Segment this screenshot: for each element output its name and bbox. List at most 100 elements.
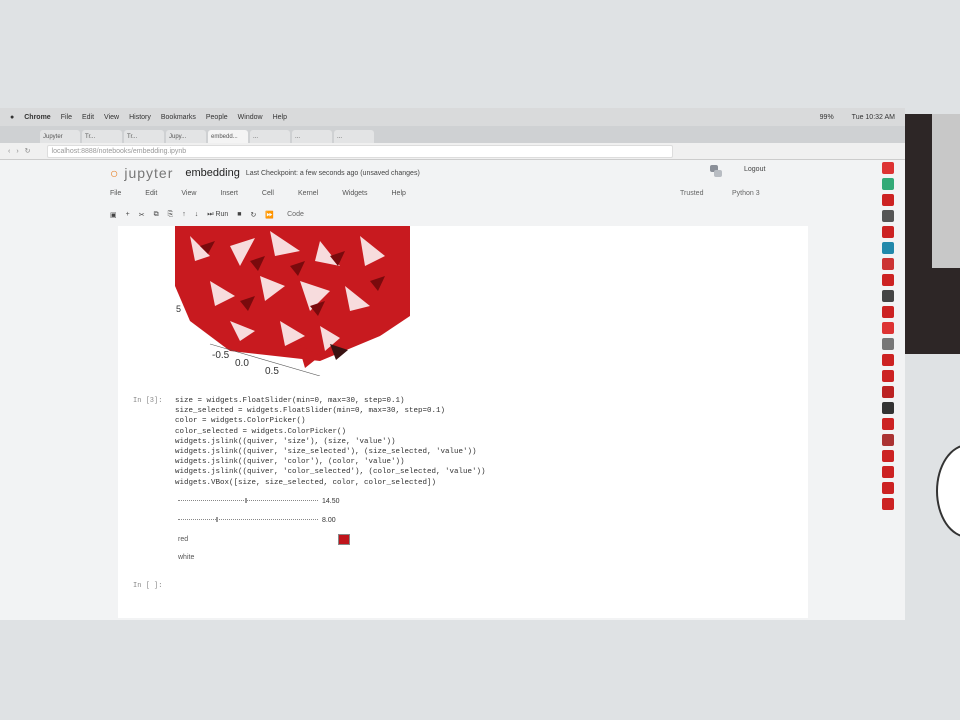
color-selected-picker-row: white — [178, 552, 194, 562]
cell-prompt: In [3]: — [133, 397, 163, 405]
dock-app-icon[interactable] — [882, 178, 894, 190]
color-swatch[interactable] — [338, 534, 350, 545]
quiver-plot[interactable] — [170, 226, 410, 376]
menubar-status: 99% Tue 10:32 AM — [810, 114, 895, 121]
dock-app-icon[interactable] — [882, 466, 894, 478]
menu-widgets[interactable]: Widgets — [342, 190, 367, 202]
cell-type-select[interactable]: Code — [287, 211, 304, 218]
browser-tab[interactable]: Tr... — [82, 130, 122, 143]
code-editor[interactable]: size = widgets.FloatSlider(min=0, max=30… — [175, 396, 486, 488]
dock-app-icon[interactable] — [882, 370, 894, 382]
jupyter-logo[interactable]: ○ jupyter — [110, 165, 173, 181]
notebook-name[interactable]: embedding — [185, 167, 239, 179]
browser-url-bar: ‹›↻ localhost:8888/notebooks/embedding.i… — [0, 143, 905, 160]
trusted-indicator[interactable]: Trusted — [680, 190, 703, 197]
color-selected-picker-text[interactable]: white — [178, 554, 194, 561]
code-line: size = widgets.FloatSlider(min=0, max=30… — [175, 397, 405, 405]
clock[interactable]: Tue 10:32 AM — [852, 114, 895, 121]
menubar-item-file[interactable]: File — [61, 114, 72, 121]
menu-file[interactable]: File — [110, 190, 121, 202]
dock-app-icon[interactable] — [882, 482, 894, 494]
dock-app-icon[interactable] — [882, 450, 894, 462]
tab-label: ... — [295, 133, 301, 140]
address-input[interactable]: localhost:8888/notebooks/embedding.ipynb — [46, 144, 673, 158]
jupyter-logo-text: jupyter — [124, 165, 174, 181]
menu-cell[interactable]: Cell — [262, 190, 274, 202]
dock-app-icon[interactable] — [882, 434, 894, 446]
browser-tab[interactable]: ... — [292, 130, 332, 143]
dock-app-icon[interactable] — [882, 386, 894, 398]
menubar-item-bookmarks[interactable]: Bookmarks — [161, 114, 196, 121]
dock-app-icon[interactable] — [882, 322, 894, 334]
dock-app-icon[interactable] — [882, 306, 894, 318]
empty-cell-prompt[interactable]: In [ ]: — [133, 582, 162, 590]
browser-tab[interactable]: Jupy... — [166, 130, 206, 143]
menubar-item-history[interactable]: History — [129, 114, 151, 121]
stop-icon[interactable]: ■ — [237, 211, 241, 218]
kernel-name: Python 3 — [732, 190, 760, 197]
size-selected-slider-value[interactable]: 8.00 — [322, 517, 336, 524]
paste-icon[interactable]: ⎘ — [168, 211, 174, 219]
add-cell-icon[interactable]: + — [126, 211, 130, 218]
color-picker-row: red — [178, 534, 188, 544]
checkpoint-status: Last Checkpoint: a few seconds ago (unsa… — [245, 169, 420, 177]
logout-button[interactable]: Logout — [744, 166, 765, 173]
dock-app-icon[interactable] — [882, 194, 894, 206]
slider-handle[interactable] — [215, 517, 218, 522]
code-line: color_selected = widgets.ColorPicker() — [175, 427, 347, 436]
size-slider[interactable] — [178, 498, 318, 503]
dock-app-icon[interactable] — [882, 290, 894, 302]
menubar-item-help[interactable]: Help — [273, 114, 287, 121]
menu-edit[interactable]: Edit — [145, 190, 157, 202]
menu-view[interactable]: View — [181, 190, 196, 202]
menu-help[interactable]: Help — [392, 190, 406, 202]
axis-tick-label: 0.0 — [235, 358, 249, 369]
dock-app-icon[interactable] — [882, 354, 894, 366]
dock-app-icon[interactable] — [882, 226, 894, 238]
dock-app-icon[interactable] — [882, 210, 894, 222]
dock-app-icon[interactable] — [882, 418, 894, 430]
size-slider-value[interactable]: 14.50 — [322, 498, 340, 505]
code-line: size_selected = widgets.FloatSlider(min=… — [175, 407, 446, 416]
dock-app-icon[interactable] — [882, 258, 894, 270]
apple-icon[interactable]: ● — [10, 114, 14, 121]
menubar-app-name[interactable]: Chrome — [24, 114, 50, 121]
dock-app-icon[interactable] — [882, 402, 894, 414]
browser-tab[interactable]: Jupyter — [40, 130, 80, 143]
mac-menubar: ● Chrome File Edit View History Bookmark… — [0, 108, 905, 126]
tab-label: embedd... — [211, 133, 238, 140]
move-up-icon[interactable]: ↑ — [182, 211, 186, 218]
menu-insert[interactable]: Insert — [220, 190, 238, 202]
dock-app-icon[interactable] — [882, 242, 894, 254]
size-selected-slider[interactable] — [178, 517, 318, 522]
slider-handle[interactable] — [245, 498, 248, 503]
dock-app-icon[interactable] — [882, 498, 894, 510]
dock — [882, 162, 899, 622]
restart-icon[interactable]: ↻ — [251, 211, 257, 219]
restart-run-icon[interactable]: ⏩ — [265, 211, 274, 219]
tab-label: Jupy... — [169, 133, 187, 140]
menubar-item-edit[interactable]: Edit — [82, 114, 94, 121]
dock-app-icon[interactable] — [882, 338, 894, 350]
browser-tab[interactable]: Tr... — [124, 130, 164, 143]
dock-app-icon[interactable] — [882, 162, 894, 174]
browser-tab[interactable]: ... — [334, 130, 374, 143]
python-logo-icon — [710, 165, 722, 177]
menu-kernel[interactable]: Kernel — [298, 190, 318, 202]
copy-icon[interactable]: ⧉ — [154, 211, 159, 219]
color-picker-text[interactable]: red — [178, 536, 188, 543]
cut-icon[interactable]: ✂ — [139, 211, 145, 219]
menubar-item-view[interactable]: View — [104, 114, 119, 121]
battery-status[interactable]: 99% — [820, 114, 834, 121]
code-line: widgets.jslink((quiver, 'size_selected')… — [175, 448, 477, 457]
menubar-item-people[interactable]: People — [206, 114, 228, 121]
browser-tab[interactable]: ... — [250, 130, 290, 143]
browser-tab-active[interactable]: embedd... — [208, 130, 248, 143]
menubar-item-window[interactable]: Window — [238, 114, 263, 121]
background-window — [905, 114, 960, 354]
run-button[interactable]: ⏭ Run — [207, 211, 228, 219]
dock-app-icon[interactable] — [882, 274, 894, 286]
back-forward-reload-icons[interactable]: ‹›↻ — [8, 147, 37, 155]
move-down-icon[interactable]: ↓ — [195, 211, 199, 218]
save-icon[interactable]: ▣ — [110, 211, 117, 219]
